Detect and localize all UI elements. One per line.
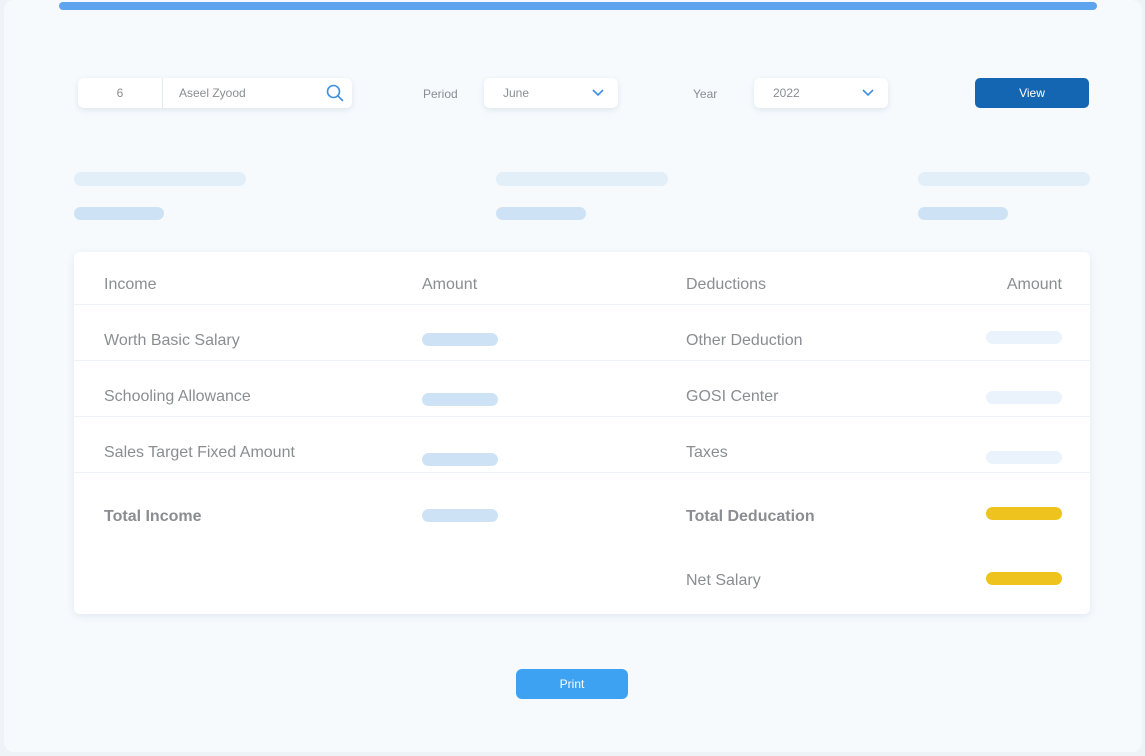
- loading-placeholder: [74, 207, 164, 220]
- loading-placeholder: [918, 207, 1008, 220]
- year-value: 2022: [773, 86, 800, 100]
- amount-placeholder: [422, 453, 498, 466]
- amount-placeholder: [986, 331, 1062, 344]
- divider: [74, 360, 1090, 361]
- income-row-label: Schooling Allowance: [104, 388, 251, 405]
- loading-placeholder: [918, 172, 1090, 186]
- period-value: June: [503, 86, 530, 100]
- loading-placeholder: [496, 172, 668, 186]
- divider: [74, 304, 1090, 305]
- deduction-row-label: Other Deduction: [686, 332, 803, 349]
- employee-name[interactable]: Aseel Zyood: [163, 86, 318, 100]
- net-salary-value: [986, 572, 1062, 585]
- year-select[interactable]: 2022: [754, 78, 888, 108]
- divider: [74, 416, 1090, 417]
- amount-placeholder: [986, 451, 1062, 464]
- deductions-amount-header: Amount: [1006, 276, 1062, 293]
- employee-id[interactable]: 6: [78, 78, 163, 108]
- employee-search-field[interactable]: 6 Aseel Zyood: [78, 78, 352, 108]
- amount-placeholder: [986, 391, 1062, 404]
- deductions-header: Deductions: [686, 276, 767, 293]
- payslip-card: 6 Aseel Zyood Period June Year 2022 View…: [4, 0, 1142, 752]
- income-row-label: Sales Target Fixed Amount: [104, 444, 295, 461]
- total-deduction-label: Total Deducation: [686, 508, 815, 525]
- progress-bar: [59, 2, 1097, 10]
- view-button[interactable]: View: [975, 78, 1089, 108]
- total-income-label: Total Income: [104, 508, 202, 525]
- deduction-row-label: Taxes: [686, 444, 728, 461]
- total-deduction-value: [986, 507, 1062, 520]
- deduction-row-label: GOSI Center: [686, 388, 779, 405]
- amount-placeholder: [422, 333, 498, 346]
- period-label: Period: [423, 87, 458, 101]
- period-select[interactable]: June: [484, 78, 618, 108]
- income-row-label: Worth Basic Salary: [104, 332, 240, 349]
- loading-placeholder: [496, 207, 586, 220]
- salary-table: Income Amount Deductions Amount Worth Ba…: [74, 252, 1090, 614]
- income-header: Income: [104, 276, 157, 293]
- chevron-down-icon: [592, 86, 604, 100]
- divider: [74, 472, 1090, 473]
- net-salary-label: Net Salary: [686, 572, 761, 589]
- year-label: Year: [693, 87, 718, 101]
- chevron-down-icon: [862, 86, 874, 100]
- amount-placeholder: [422, 393, 498, 406]
- loading-placeholder: [74, 172, 246, 186]
- total-income-placeholder: [422, 509, 498, 522]
- print-button[interactable]: Print: [516, 669, 628, 699]
- search-icon[interactable]: [318, 84, 352, 102]
- income-amount-header: Amount: [422, 276, 478, 293]
